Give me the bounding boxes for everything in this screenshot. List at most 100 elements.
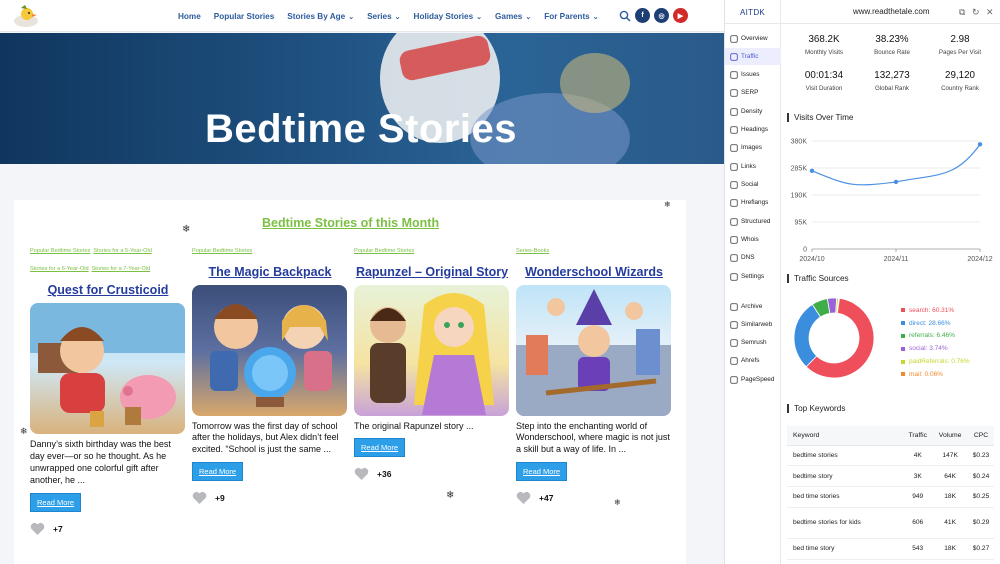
sidebar-item-hreflangs[interactable]: Hreflangs xyxy=(725,194,781,211)
story-tags: Stories for a 6-Year-Old Stories for a 7-… xyxy=(30,266,186,273)
nav-item[interactable]: Popular Stories xyxy=(214,12,275,21)
tag-link[interactable]: Popular Bedtime Stories xyxy=(354,248,414,254)
youtube-icon[interactable]: ▶ xyxy=(673,8,688,23)
table-cell: $0.24 xyxy=(967,465,994,488)
metric-value: 368.2K xyxy=(808,34,840,45)
visits-data-point[interactable] xyxy=(977,142,983,147)
sidebar-item-links[interactable]: Links xyxy=(725,158,781,175)
read-more-button[interactable]: Read More xyxy=(516,462,568,482)
sidebar-item-settings[interactable]: Settings xyxy=(725,268,781,285)
legend-item-search[interactable]: search: 60.31% xyxy=(901,304,970,317)
tag-link[interactable]: Stories for a 6-Year-Old xyxy=(30,266,89,272)
read-more-button[interactable]: Read More xyxy=(30,492,82,512)
sidebar-item-density[interactable]: Density xyxy=(725,103,781,120)
tag-link[interactable]: Popular Bedtime Stories xyxy=(192,248,252,254)
sidebar-item-serp[interactable]: SERP xyxy=(725,84,781,101)
stories-section: Bedtime Stories of this Month ❄ ❄ ❄ ❄ ❄ … xyxy=(14,200,686,564)
story-thumbnail[interactable] xyxy=(192,284,347,416)
legend-item-paidReferrals[interactable]: paidReferrals: 0.76% xyxy=(901,355,970,368)
kids-globe-illustration xyxy=(210,303,332,407)
instagram-icon[interactable]: ◎ xyxy=(654,8,669,23)
nav-item[interactable]: Series ⌄ xyxy=(367,12,400,21)
story-title[interactable]: Rapunzel – Original Story xyxy=(354,265,510,279)
nav-item[interactable]: For Parents ⌄ xyxy=(544,12,598,21)
sidebar-item-social[interactable]: Social xyxy=(725,176,781,193)
story-title[interactable]: Quest for Crusticoid xyxy=(30,283,186,297)
y-tick-label: 95K xyxy=(795,220,808,227)
table-row: bed time story 543 18K $0.27 xyxy=(787,538,994,560)
snowflake-icon: ❄ xyxy=(182,224,191,235)
nav-item-label: For Parents xyxy=(544,11,590,21)
sidebar-item-structured[interactable]: Structured xyxy=(725,213,781,230)
heart-icon[interactable] xyxy=(192,491,207,505)
column-header[interactable]: Traffic xyxy=(903,426,933,446)
table-row: bedtime stories 4K 147K $0.23 xyxy=(787,445,994,467)
story-thumbnail[interactable] xyxy=(516,284,671,416)
read-more-button[interactable]: Read More xyxy=(192,462,244,482)
legend-item-referrals[interactable]: referrals: 6.46% xyxy=(901,330,970,343)
table-cell: 543 xyxy=(903,538,933,560)
sidebar-item-whois[interactable]: Whois xyxy=(725,231,781,248)
site-logo-icon[interactable] xyxy=(12,4,40,28)
sidebar-item-issues[interactable]: Issues xyxy=(725,66,781,83)
sidebar-item-overview[interactable]: Overview xyxy=(725,30,781,47)
read-more-button[interactable]: Read More xyxy=(354,438,406,458)
table-row: bedtime story 3K 64K $0.24 xyxy=(787,465,994,488)
tag-link[interactable]: Stories for a 7-Year-Old xyxy=(92,266,151,272)
legend-item-social[interactable]: social: 3.74% xyxy=(901,342,970,355)
column-header[interactable]: Keyword xyxy=(787,426,904,446)
nav-item[interactable]: Holiday Stories ⌄ xyxy=(414,12,482,21)
tag-link[interactable]: Popular Bedtime Stories xyxy=(30,248,90,254)
nav-item[interactable]: Home xyxy=(178,12,201,21)
keyword-cell: bedtime stories xyxy=(787,445,904,467)
tag-link[interactable]: Stories for a 5-Year-Old xyxy=(93,248,152,254)
traffic-icon xyxy=(730,52,738,61)
metric-value: 29,120 xyxy=(945,70,975,81)
heart-icon[interactable] xyxy=(516,491,531,505)
nav-item[interactable]: Games ⌄ xyxy=(495,12,531,21)
sidebar-item-pagespeed[interactable]: PageSpeed xyxy=(725,371,781,388)
like-count: +36 xyxy=(377,469,392,480)
heart-icon[interactable] xyxy=(354,467,369,481)
tag-link[interactable]: Series-Books xyxy=(516,248,549,254)
visits-data-point[interactable] xyxy=(893,179,899,185)
story-title[interactable]: Wonderschool Wizards xyxy=(516,265,672,279)
table-cell: $0.23 xyxy=(967,445,994,467)
legend-item-mail[interactable]: mail: 0.06% xyxy=(901,368,970,381)
search-icon[interactable] xyxy=(619,10,631,22)
sidebar-item-traffic[interactable]: Traffic xyxy=(725,48,781,65)
sidebar-item-similarweb[interactable]: Similarweb xyxy=(725,316,781,333)
person-icon xyxy=(730,235,738,244)
close-icon[interactable]: ✕ xyxy=(986,7,994,18)
sidebar-item-semrush[interactable]: Semrush xyxy=(725,334,781,351)
sidebar-item-ahrefs[interactable]: Ahrefs xyxy=(725,352,781,369)
story-title[interactable]: The Magic Backpack xyxy=(192,265,348,279)
keyword-cell: bed time story xyxy=(787,538,904,560)
nav-item[interactable]: Stories By Age ⌄ xyxy=(287,12,354,21)
sidebar-item-archive[interactable]: Archive xyxy=(725,298,781,315)
seo-extension-panel: AITDK www.readthetale.com ⧉ ↻ ✕ Overview… xyxy=(724,0,1000,564)
visits-data-point[interactable] xyxy=(809,168,815,174)
sidebar-item-headings[interactable]: Headings xyxy=(725,121,781,138)
refresh-icon[interactable]: ↻ xyxy=(972,7,980,18)
month-heading[interactable]: Bedtime Stories of this Month xyxy=(262,216,439,230)
story-excerpt: The original Rapunzel story ... xyxy=(354,420,474,431)
legend-item-direct[interactable]: direct: 28.66% xyxy=(901,317,970,330)
chevron-down-icon: ⌄ xyxy=(394,13,401,21)
warning-icon xyxy=(730,70,738,79)
column-header[interactable]: Volume xyxy=(932,426,968,446)
table-row: bedtime stories for kids 606 41K $0.29 xyxy=(787,507,994,539)
sources-title: Traffic Sources xyxy=(794,274,849,283)
sidebar-item-dns[interactable]: DNS xyxy=(725,249,781,266)
legend-swatch xyxy=(901,308,905,313)
story-thumbnail[interactable] xyxy=(30,303,185,435)
external-link-icon[interactable]: ⧉ xyxy=(959,7,965,18)
sidebar-item-images[interactable]: Images xyxy=(725,139,781,156)
column-header[interactable]: CPC xyxy=(967,426,994,446)
table-cell: 18K xyxy=(932,486,968,508)
story-thumbnail[interactable] xyxy=(354,284,509,416)
heart-icon[interactable] xyxy=(30,522,45,536)
facebook-icon[interactable]: f xyxy=(635,8,650,23)
extension-sidebar: Overview Traffic Issues SERP Density Headings… xyxy=(725,24,781,564)
keyword-cell: bed time stories xyxy=(787,486,904,508)
